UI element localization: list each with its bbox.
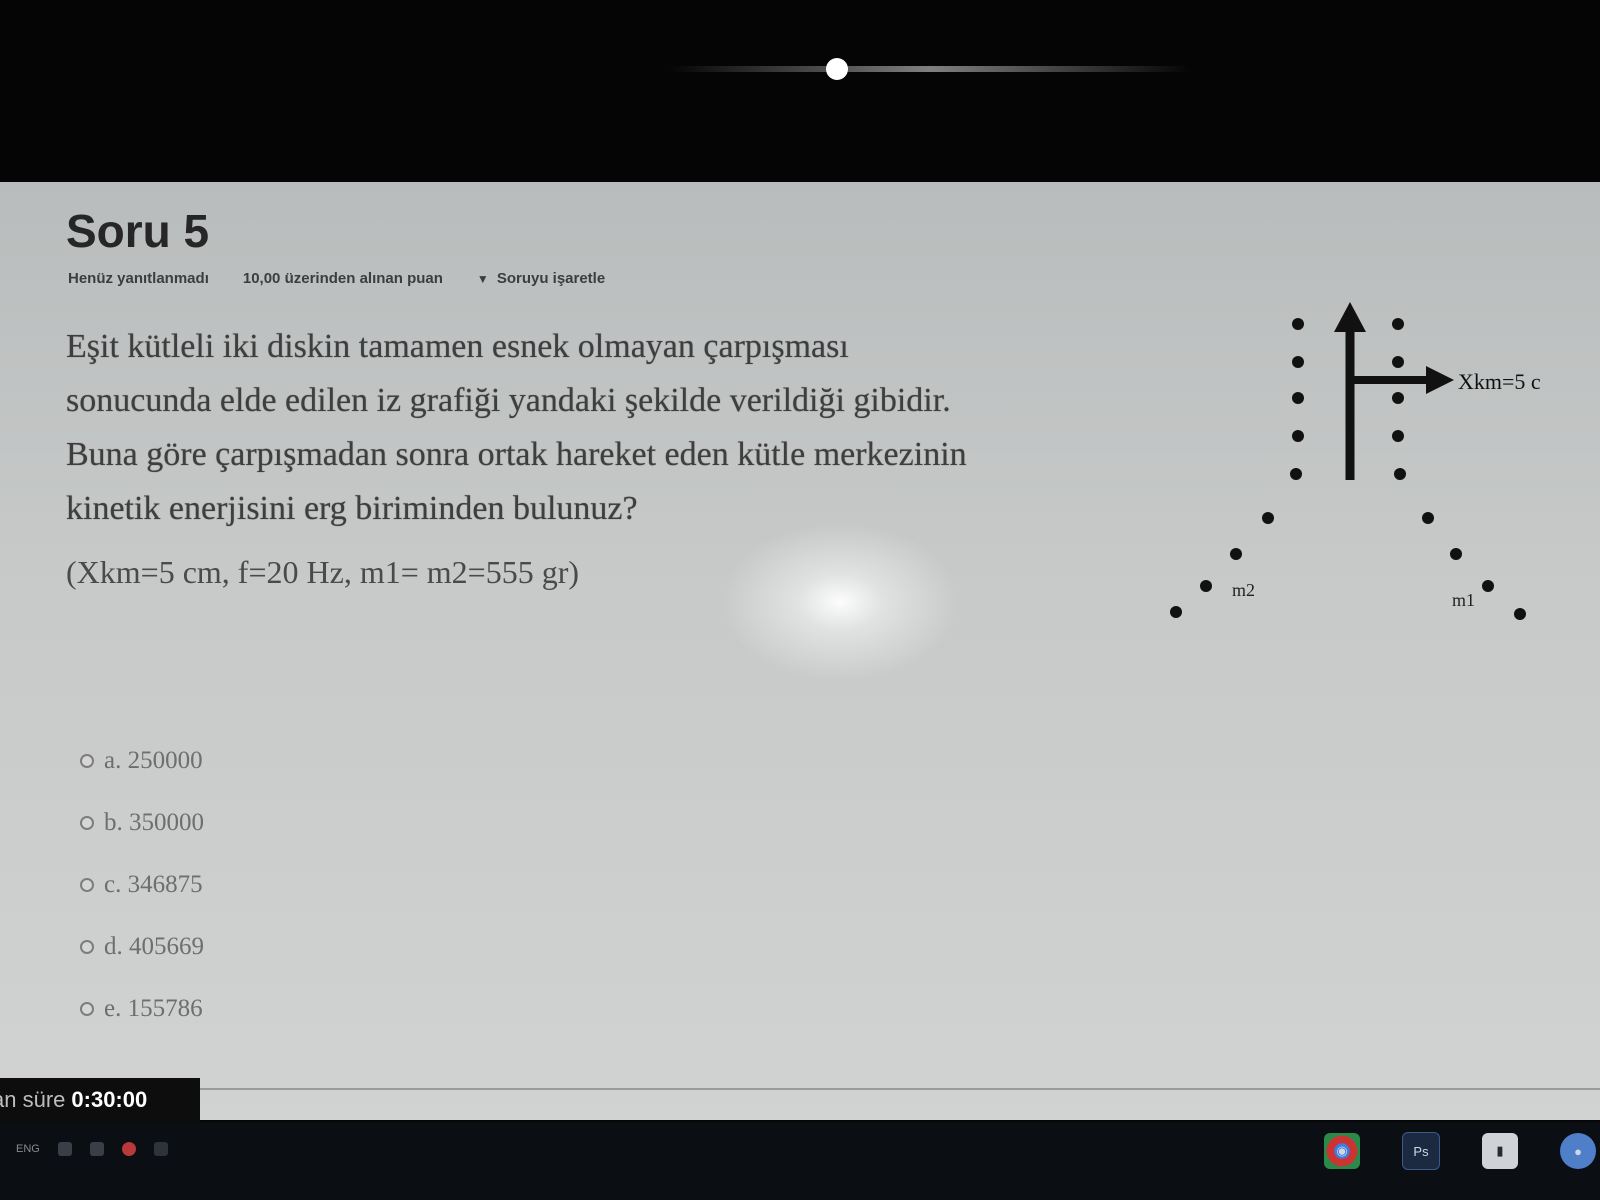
flag-icon: ▼	[476, 271, 489, 286]
flag-question-button[interactable]: ▼ Soruyu işaretle	[477, 270, 605, 287]
trace-figure: Xkm=5 c m2 m1	[1170, 302, 1541, 620]
question-title: Soru 5	[66, 205, 210, 257]
network-icon[interactable]	[57, 1142, 72, 1156]
answer-option[interactable]: b. 350000	[80, 792, 204, 854]
answer-option[interactable]: a. 250000	[80, 730, 204, 792]
trace-dot	[1292, 356, 1304, 368]
trace-dot	[1392, 318, 1404, 330]
reflection-glare	[670, 66, 1190, 72]
timer-label: an süre	[0, 1087, 66, 1112]
chrome-icon[interactable]: ◉	[1324, 1133, 1360, 1169]
answer-options: a. 250000 b. 350000 c. 346875 d. 405669 …	[80, 730, 204, 1040]
trace-dot	[1392, 430, 1404, 442]
battery-icon[interactable]	[89, 1142, 104, 1156]
trace-dot	[1230, 548, 1242, 560]
trace-dot	[1392, 356, 1404, 368]
language-indicator[interactable]: ENG	[16, 1143, 40, 1155]
quiz-screen: Soru 5 Henüz yanıtlanmadı 10,00 üzerinde…	[0, 182, 1600, 1120]
given-values: (Xkm=5 cm, f=20 Hz, m1= m2=555 gr)	[66, 554, 579, 590]
trace-dot	[1170, 606, 1182, 618]
radio-button[interactable]	[80, 878, 94, 892]
trace-dot	[1514, 608, 1526, 620]
question-line: Buna göre çarpışmadan sonra ortak hareke…	[66, 436, 967, 473]
monitor-top-bezel	[0, 0, 1600, 182]
timer-value: 0:30:00	[71, 1087, 148, 1112]
answer-label: b. 350000	[104, 809, 204, 836]
trace-dot	[1394, 468, 1406, 480]
question-line: kinetik enerjisini erg biriminden bulunu…	[66, 490, 638, 527]
files-icon[interactable]: ▮	[1482, 1133, 1518, 1169]
volume-icon[interactable]	[153, 1142, 168, 1156]
answer-label: d. 405669	[104, 933, 204, 960]
radio-button[interactable]	[80, 940, 94, 954]
xkm-label: Xkm=5 c	[1458, 369, 1541, 394]
answer-option[interactable]: c. 346875	[80, 854, 204, 916]
reflection-dot	[826, 58, 848, 80]
trace-dot	[1200, 580, 1212, 592]
radio-button[interactable]	[80, 816, 94, 830]
answer-label: e. 155786	[104, 995, 203, 1022]
question-text: Eşit kütleli iki diskin tamamen esnek ol…	[66, 320, 1156, 536]
trace-dot	[1290, 468, 1302, 480]
chat-icon[interactable]: ●	[1560, 1133, 1596, 1169]
answer-option[interactable]: d. 405669	[80, 916, 204, 978]
system-tray: ENG	[16, 1142, 168, 1156]
taskbar-apps: ◉ Ps ▮ ●	[1324, 1132, 1596, 1170]
trace-dot	[1392, 392, 1404, 404]
timer-divider	[200, 1088, 1600, 1090]
app-tray-icon[interactable]	[121, 1142, 136, 1156]
question-line: sonucunda elde edilen iz grafiği yandaki…	[66, 382, 951, 419]
trace-dot	[1292, 318, 1304, 330]
screen-glare	[720, 522, 960, 682]
question-status: Henüz yanıtlanmadı	[68, 270, 209, 287]
taskbar: ENG ◉ Ps ▮ ●	[0, 1122, 1600, 1200]
photoshop-icon[interactable]: Ps	[1402, 1132, 1440, 1170]
mass-left-label: m2	[1232, 580, 1255, 600]
trace-dot	[1262, 512, 1274, 524]
question-line: Eşit kütleli iki diskin tamamen esnek ol…	[66, 328, 849, 365]
mass-right-label: m1	[1452, 590, 1475, 610]
radio-button[interactable]	[80, 1002, 94, 1016]
radio-button[interactable]	[80, 754, 94, 768]
question-meta: Henüz yanıtlanmadı 10,00 üzerinden alına…	[68, 270, 605, 287]
answer-label: c. 346875	[104, 871, 203, 898]
trace-dot	[1450, 548, 1462, 560]
answer-option[interactable]: e. 155786	[80, 978, 204, 1040]
arrow-head-up	[1334, 302, 1366, 332]
answer-label: a. 250000	[104, 747, 203, 774]
question-points: 10,00 üzerinden alınan puan	[242, 270, 443, 287]
flag-question-label: Soruyu işaretle	[496, 270, 606, 287]
trace-dot	[1422, 512, 1434, 524]
trace-dot	[1292, 392, 1304, 404]
arrow-head-right	[1426, 366, 1454, 394]
timer-panel: an süre 0:30:00	[0, 1078, 200, 1122]
trace-dot	[1292, 430, 1304, 442]
trace-dot	[1482, 580, 1494, 592]
